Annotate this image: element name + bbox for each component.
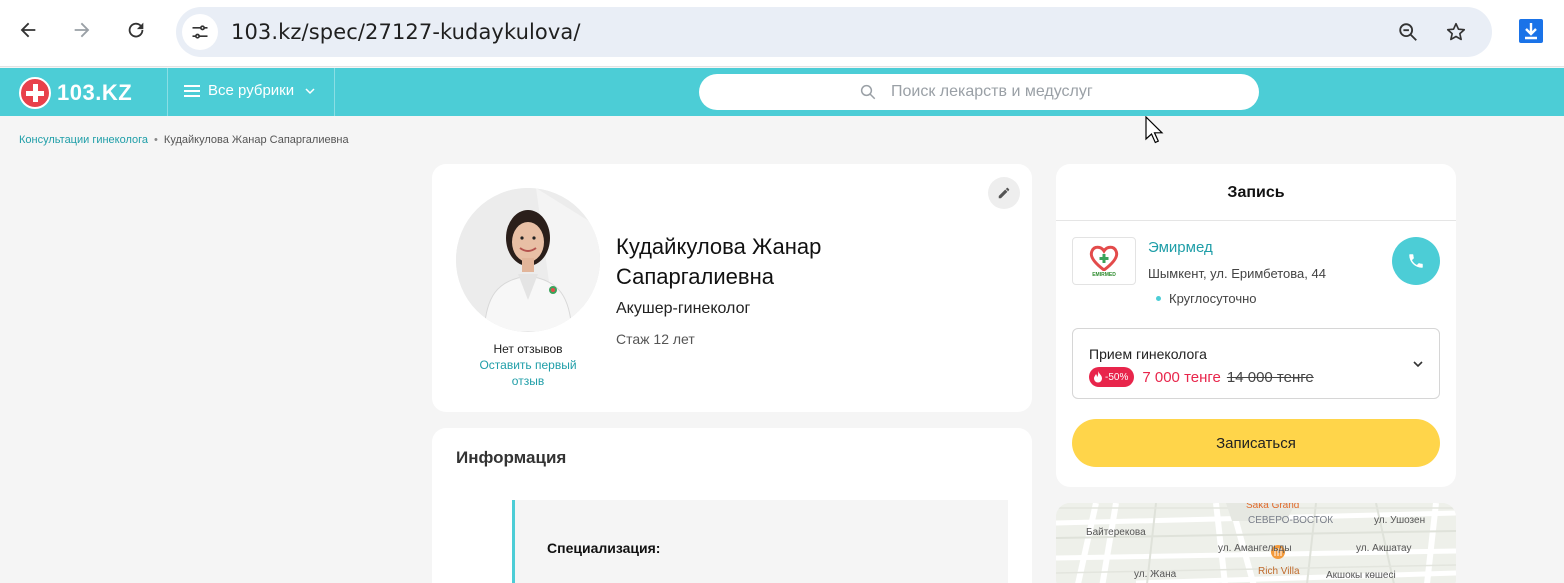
reload-icon[interactable] <box>120 14 152 46</box>
clinic-address: Шымкент, ул. Еримбетова, 44 <box>1148 266 1326 281</box>
zoom-icon[interactable] <box>1396 20 1420 44</box>
reviews-status: Нет отзывов <box>493 342 563 356</box>
cross-logo-icon <box>19 77 51 109</box>
breadcrumb: Консультации гинеколога • Кудайкулова Жа… <box>19 134 349 146</box>
phone-icon <box>1409 254 1423 268</box>
price-row: -50% 7 000 тенге 14 000 тенге <box>1089 367 1314 387</box>
menu-icon <box>184 84 200 97</box>
booking-title: Запись <box>1227 184 1285 201</box>
price-old: 14 000 тенге <box>1226 368 1314 386</box>
breadcrumb-current: Кудайкулова Жанар Сапаргалиевна <box>163 134 349 146</box>
specialization-label: Специализация: <box>547 540 661 556</box>
search-icon <box>860 84 876 100</box>
clinic-logo[interactable]: EMIRMED <box>1072 237 1136 285</box>
mouse-cursor-icon <box>1145 116 1164 144</box>
chevron-down-icon <box>305 87 315 94</box>
browser-toolbar: 103.kz/spec/27127-kudaykulova/ <box>0 0 1564 67</box>
clinic-logo-text: EMIRMED <box>1092 271 1116 278</box>
divider <box>167 68 168 116</box>
clinic-hours-text: Круглосуточно <box>1169 291 1257 306</box>
info-title: Информация <box>456 448 567 467</box>
clinic-map[interactable]: Saka Grand СЕВЕРО-ВОСТОК ул. Ушозен ул. … <box>1056 503 1456 583</box>
rubrics-label: Все рубрики <box>208 82 295 99</box>
doctor-specialty: Акушер-гинеколог <box>616 300 751 317</box>
divider <box>1056 220 1456 221</box>
map-label: СЕВЕРО-ВОСТОК <box>1248 515 1334 526</box>
map-label: ул. Амангельды <box>1218 543 1292 554</box>
discount-text: -50% <box>1105 371 1129 383</box>
service-name: Прием гинеколога <box>1089 346 1207 362</box>
back-arrow-icon[interactable] <box>12 14 44 46</box>
map-label: Rich Villa <box>1258 566 1300 577</box>
map-label: Акшокы көшесі <box>1326 570 1396 581</box>
map-label: Saka Grand <box>1246 503 1300 511</box>
doctor-name: Кудайкулова Жанар Сапаргалиевна <box>616 234 822 289</box>
service-select[interactable]: Прием гинеколога -50% 7 000 тенге 14 000… <box>1072 328 1440 399</box>
flame-icon <box>1094 371 1102 383</box>
map-label: ул. Акшатау <box>1356 543 1412 554</box>
booking-card: Запись EMIRMED Эмирмед Шымкент, ул. Ерим… <box>1056 164 1456 487</box>
doctor-avatar <box>456 188 600 332</box>
map-label: ул. Ушозен <box>1374 515 1426 526</box>
logo-text: 103.KZ <box>57 80 133 105</box>
map-label: ул. Жана <box>1134 569 1177 580</box>
call-button[interactable] <box>1392 237 1440 285</box>
book-appointment-button[interactable]: Записаться <box>1072 419 1440 467</box>
breadcrumb-link[interactable]: Консультации гинеколога <box>19 134 148 146</box>
rubrics-menu-button[interactable]: Все рубрики <box>184 82 316 99</box>
status-dot <box>1156 296 1161 301</box>
clinic-hours: Круглосуточно <box>1156 291 1257 306</box>
heart-logo-icon <box>1089 245 1119 271</box>
price-new: 7 000 тенге <box>1142 368 1221 386</box>
search-box[interactable] <box>699 74 1259 110</box>
info-quote-block: Специализация: <box>512 500 1008 583</box>
info-card: Информация Специализация: <box>432 428 1032 583</box>
edit-button[interactable] <box>988 177 1020 209</box>
tune-icon[interactable] <box>182 14 218 50</box>
address-bar[interactable]: 103.kz/spec/27127-kudaykulova/ <box>176 7 1492 57</box>
site-header: 103.KZ Все рубрики <box>0 68 1564 116</box>
star-icon[interactable] <box>1444 20 1468 44</box>
forward-arrow-icon[interactable] <box>66 14 98 46</box>
breadcrumb-separator: • <box>154 134 158 146</box>
url-text[interactable]: 103.kz/spec/27127-kudaykulova/ <box>231 20 581 44</box>
leave-review-link[interactable]: Оставить первый отзыв <box>472 357 584 389</box>
map-label: Байтерекова <box>1086 527 1146 538</box>
doctor-profile-card: Нет отзывов Оставить первый отзыв Кудайк… <box>432 164 1032 412</box>
search-input[interactable] <box>891 83 1231 101</box>
doctor-experience: Стаж 12 лет <box>616 331 695 347</box>
pencil-icon <box>998 187 1010 199</box>
divider <box>334 68 335 116</box>
site-logo[interactable]: 103.KZ <box>19 77 132 109</box>
clinic-name-link[interactable]: Эмирмед <box>1148 239 1213 256</box>
chevron-down-icon <box>1413 361 1423 368</box>
discount-badge: -50% <box>1089 367 1135 387</box>
download-icon[interactable] <box>1518 18 1544 44</box>
